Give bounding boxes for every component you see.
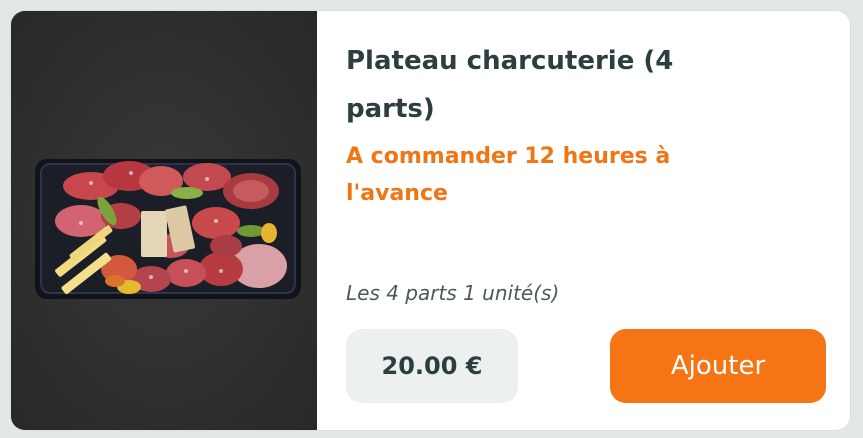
product-image (11, 11, 317, 430)
price-badge: 20.00 € (346, 329, 518, 403)
add-to-cart-button[interactable]: Ajouter (610, 329, 826, 403)
unit-description: Les 4 parts 1 unité(s) (346, 281, 560, 305)
product-info: Plateau charcuterie (4 parts) A commande… (346, 11, 831, 430)
product-title: Plateau charcuterie (4 parts) (346, 46, 674, 124)
order-notice: A commander 12 heures à l'avance (346, 144, 671, 206)
product-card: Plateau charcuterie (4 parts) A commande… (11, 11, 850, 430)
